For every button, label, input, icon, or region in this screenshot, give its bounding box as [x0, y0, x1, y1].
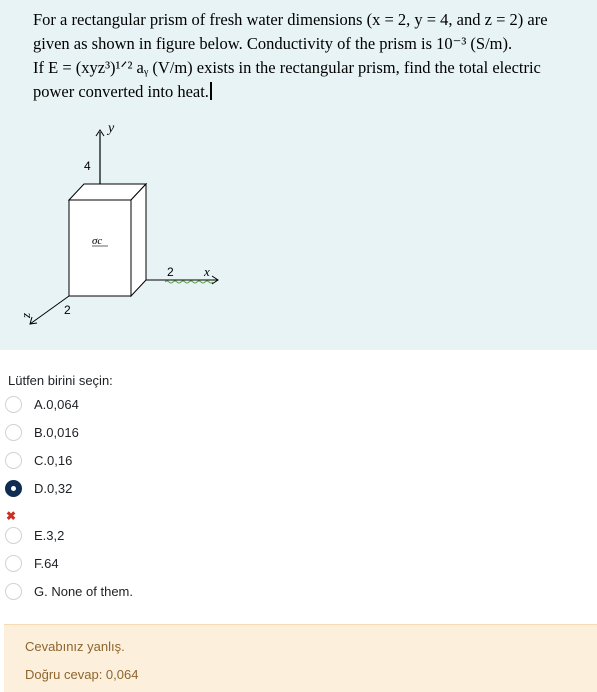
option-g[interactable]: G. None of them. — [0, 578, 300, 606]
z-axis-label: z — [20, 313, 33, 319]
prism-side-face — [130, 182, 147, 298]
question-line-3: If E = (xyz³)¹ᐟ² aᵧ (V/m) exists in the … — [33, 58, 541, 77]
radio-button[interactable] — [5, 527, 22, 544]
cross-icon: ✖ — [6, 509, 17, 523]
option-label: C.0,16 — [34, 453, 73, 468]
question-line-4: power converted into heat. — [33, 80, 593, 104]
question-line-4-text: power converted into heat. — [33, 82, 209, 101]
feedback-result: Cevabınız yanlış. — [25, 639, 125, 654]
option-a[interactable]: A.0,064 — [0, 391, 300, 419]
text-cursor — [209, 82, 212, 100]
question-line-2: given as shown in figure below. Conducti… — [33, 34, 513, 53]
radio-button-selected[interactable] — [5, 480, 22, 497]
option-e[interactable]: E.3,2 — [0, 522, 300, 550]
feedback-correct-answer: Doğru cevap: 0,064 — [25, 667, 139, 682]
option-b[interactable]: B.0,016 — [0, 419, 300, 447]
z-dimension-label: 2 — [64, 303, 71, 317]
answer-list: A.0,064 B.0,016 C.0,16 D.0,32 E.3,2 F.64… — [0, 388, 300, 618]
option-f[interactable]: F.64 — [0, 550, 300, 578]
option-c[interactable]: C.0,16 — [0, 447, 300, 475]
question-box: For a rectangular prism of fresh water d… — [0, 0, 597, 350]
radio-button[interactable] — [5, 555, 22, 572]
x-dimension-label: 2 — [167, 265, 174, 279]
radio-button[interactable] — [5, 396, 22, 413]
answer-prompt: Lütfen birini seçin: — [8, 373, 113, 388]
x-axis-label: x — [203, 264, 210, 279]
option-label: G. None of them. — [34, 584, 133, 599]
option-label: E.3,2 — [34, 528, 65, 543]
feedback-box: Cevabınız yanlış. Doğru cevap: 0,064 — [4, 624, 597, 692]
option-label: D.0,32 — [34, 481, 73, 496]
option-label: F.64 — [34, 556, 59, 571]
prism-figure: y 4 σc 2 x 2 z — [20, 121, 219, 325]
conductivity-label: σc — [92, 235, 102, 247]
prism-front-face — [68, 199, 132, 297]
option-d[interactable]: D.0,32 — [0, 475, 300, 503]
question-text: For a rectangular prism of fresh water d… — [33, 8, 593, 104]
radio-button[interactable] — [5, 424, 22, 441]
option-label: A.0,064 — [34, 397, 79, 412]
radio-button[interactable] — [5, 452, 22, 469]
y-axis-label: y — [106, 121, 115, 136]
spellcheck-underline — [164, 280, 214, 284]
option-label: B.0,016 — [34, 425, 79, 440]
question-line-1: For a rectangular prism of fresh water d… — [33, 10, 548, 29]
radio-button[interactable] — [5, 583, 22, 600]
y-dimension-label: 4 — [84, 159, 91, 173]
